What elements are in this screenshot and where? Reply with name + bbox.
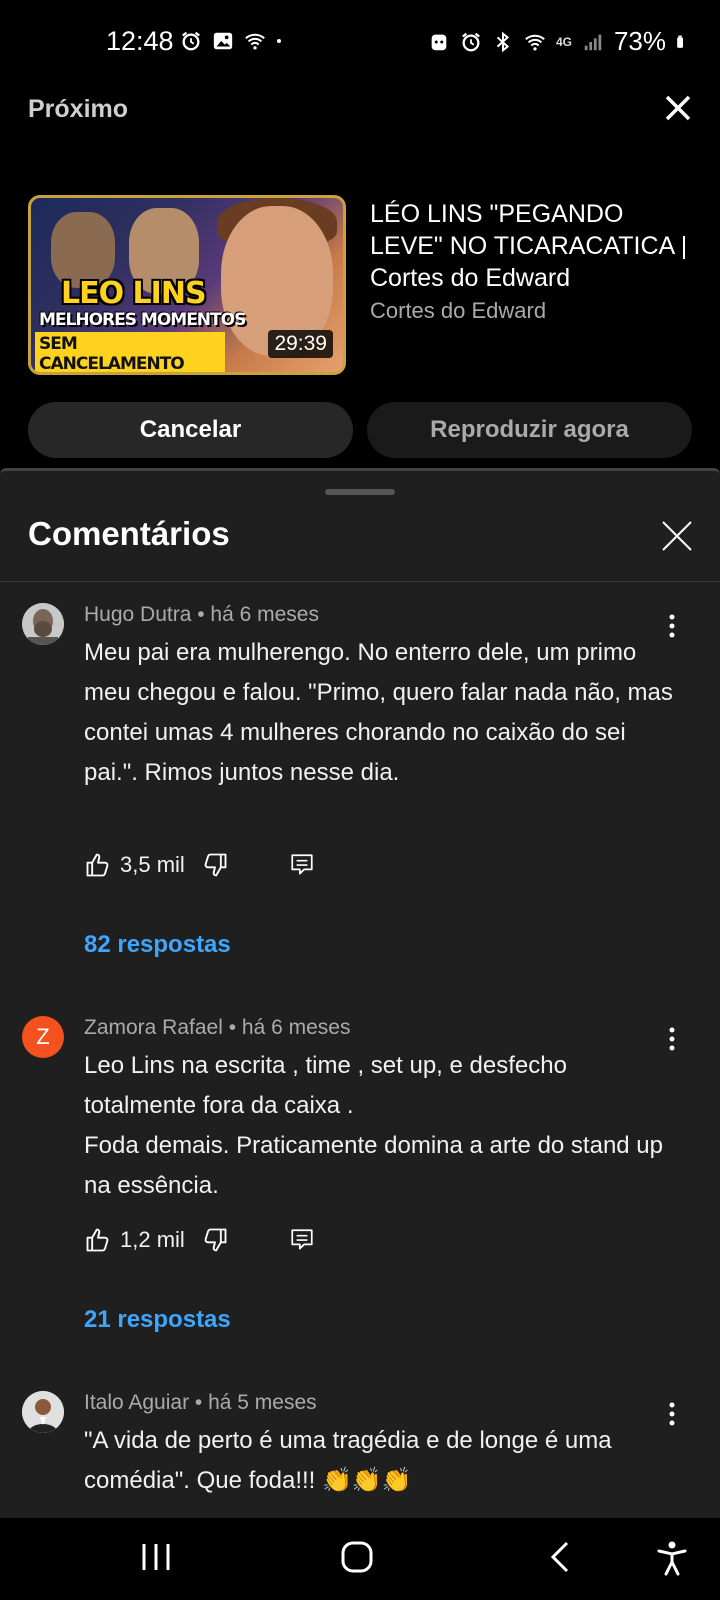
thumbnail-banner: SEM CANCELAMENTO: [35, 332, 225, 372]
video-title[interactable]: LÉO LINS "PEGANDO LEVE" NO TICARACATICA …: [370, 198, 690, 294]
comment-text-line: Foda demais. Praticamente domina a arte …: [84, 1132, 663, 1199]
video-duration: 29:39: [268, 330, 333, 358]
like-count: 1,2 mil: [120, 1227, 185, 1252]
comments-sheet: Comentários Hugo Dutra • há 6 meses Meu …: [0, 468, 720, 1518]
comments-title: Comentários: [28, 515, 230, 552]
back-icon[interactable]: [548, 1540, 572, 1574]
comment-author-meta: Italo Aguiar • há 5 meses: [84, 1391, 317, 1414]
like-icon[interactable]: [84, 851, 112, 879]
battery-percent: 73%: [613, 26, 666, 56]
play-now-button[interactable]: Reproduzir agora: [367, 402, 692, 458]
comment-text: Leo Lins na escrita , time , set up, e d…: [84, 1046, 684, 1206]
up-next-label: Próximo: [28, 95, 129, 123]
gallery-icon: [213, 32, 233, 50]
avatar[interactable]: [22, 603, 64, 645]
replies-link[interactable]: 82 respostas: [84, 931, 231, 959]
alarm-icon: [462, 32, 480, 51]
comment-text: "A vida de perto é uma tragédia e de lon…: [84, 1427, 612, 1494]
wifi-icon: [525, 34, 545, 51]
close-icon[interactable]: [660, 519, 694, 553]
video-thumbnail[interactable]: LEO LINS MELHORES MOMENTOS SEM CANCELAME…: [28, 195, 346, 375]
dislike-icon[interactable]: [201, 1226, 229, 1254]
lock-robot-icon: [431, 34, 447, 50]
status-right-icons: 4G 73%: [428, 26, 690, 57]
replies-link[interactable]: 21 respostas: [84, 1306, 231, 1334]
thumbnail-headline: LEO LINS: [61, 276, 207, 311]
comment-author-meta: Hugo Dutra • há 6 meses: [84, 603, 319, 626]
dot-icon: [277, 39, 281, 43]
status-left-icons: [180, 30, 288, 52]
status-time: 12:48: [106, 26, 174, 56]
reply-icon[interactable]: [289, 852, 315, 878]
person-avatar-icon: [22, 603, 64, 645]
avatar[interactable]: Z: [22, 1016, 64, 1058]
signal-icon: [584, 34, 602, 50]
like-icon[interactable]: [84, 1226, 112, 1254]
drag-handle[interactable]: [325, 489, 395, 495]
cancel-button[interactable]: Cancelar: [28, 402, 353, 458]
avatar[interactable]: [22, 1391, 64, 1433]
wifi-icon: [245, 33, 265, 50]
system-nav-bar: [0, 1518, 720, 1600]
alarm-icon: [182, 31, 200, 51]
accessibility-icon[interactable]: [656, 1540, 688, 1576]
avatar-letter: Z: [36, 1024, 50, 1049]
close-icon[interactable]: [662, 92, 694, 124]
person-avatar-icon: [22, 1391, 64, 1433]
comment-text-line: Leo Lins na escrita , time , set up, e d…: [84, 1052, 567, 1119]
divider: [0, 581, 720, 582]
comment-actions: 1,2 mil: [84, 1226, 315, 1254]
battery-icon: [677, 35, 683, 48]
like-count: 3,5 mil: [120, 852, 185, 877]
reply-icon[interactable]: [289, 1227, 315, 1253]
status-bar: 12:48 4G 73%: [0, 0, 720, 88]
network-type-label: 4G: [555, 34, 572, 49]
recent-apps-icon[interactable]: [140, 1540, 172, 1574]
home-icon[interactable]: [340, 1540, 374, 1574]
video-channel: Cortes do Edward: [370, 298, 547, 323]
thumbnail-subheadline: MELHORES MOMENTOS: [39, 310, 246, 330]
dislike-icon[interactable]: [201, 851, 229, 879]
comment-author-meta: Zamora Rafael • há 6 meses: [84, 1016, 351, 1039]
bluetooth-icon: [496, 31, 510, 52]
comment-text: Meu pai era mulherengo. No enterro dele,…: [84, 639, 673, 786]
comment-actions: 3,5 mil: [84, 851, 315, 879]
